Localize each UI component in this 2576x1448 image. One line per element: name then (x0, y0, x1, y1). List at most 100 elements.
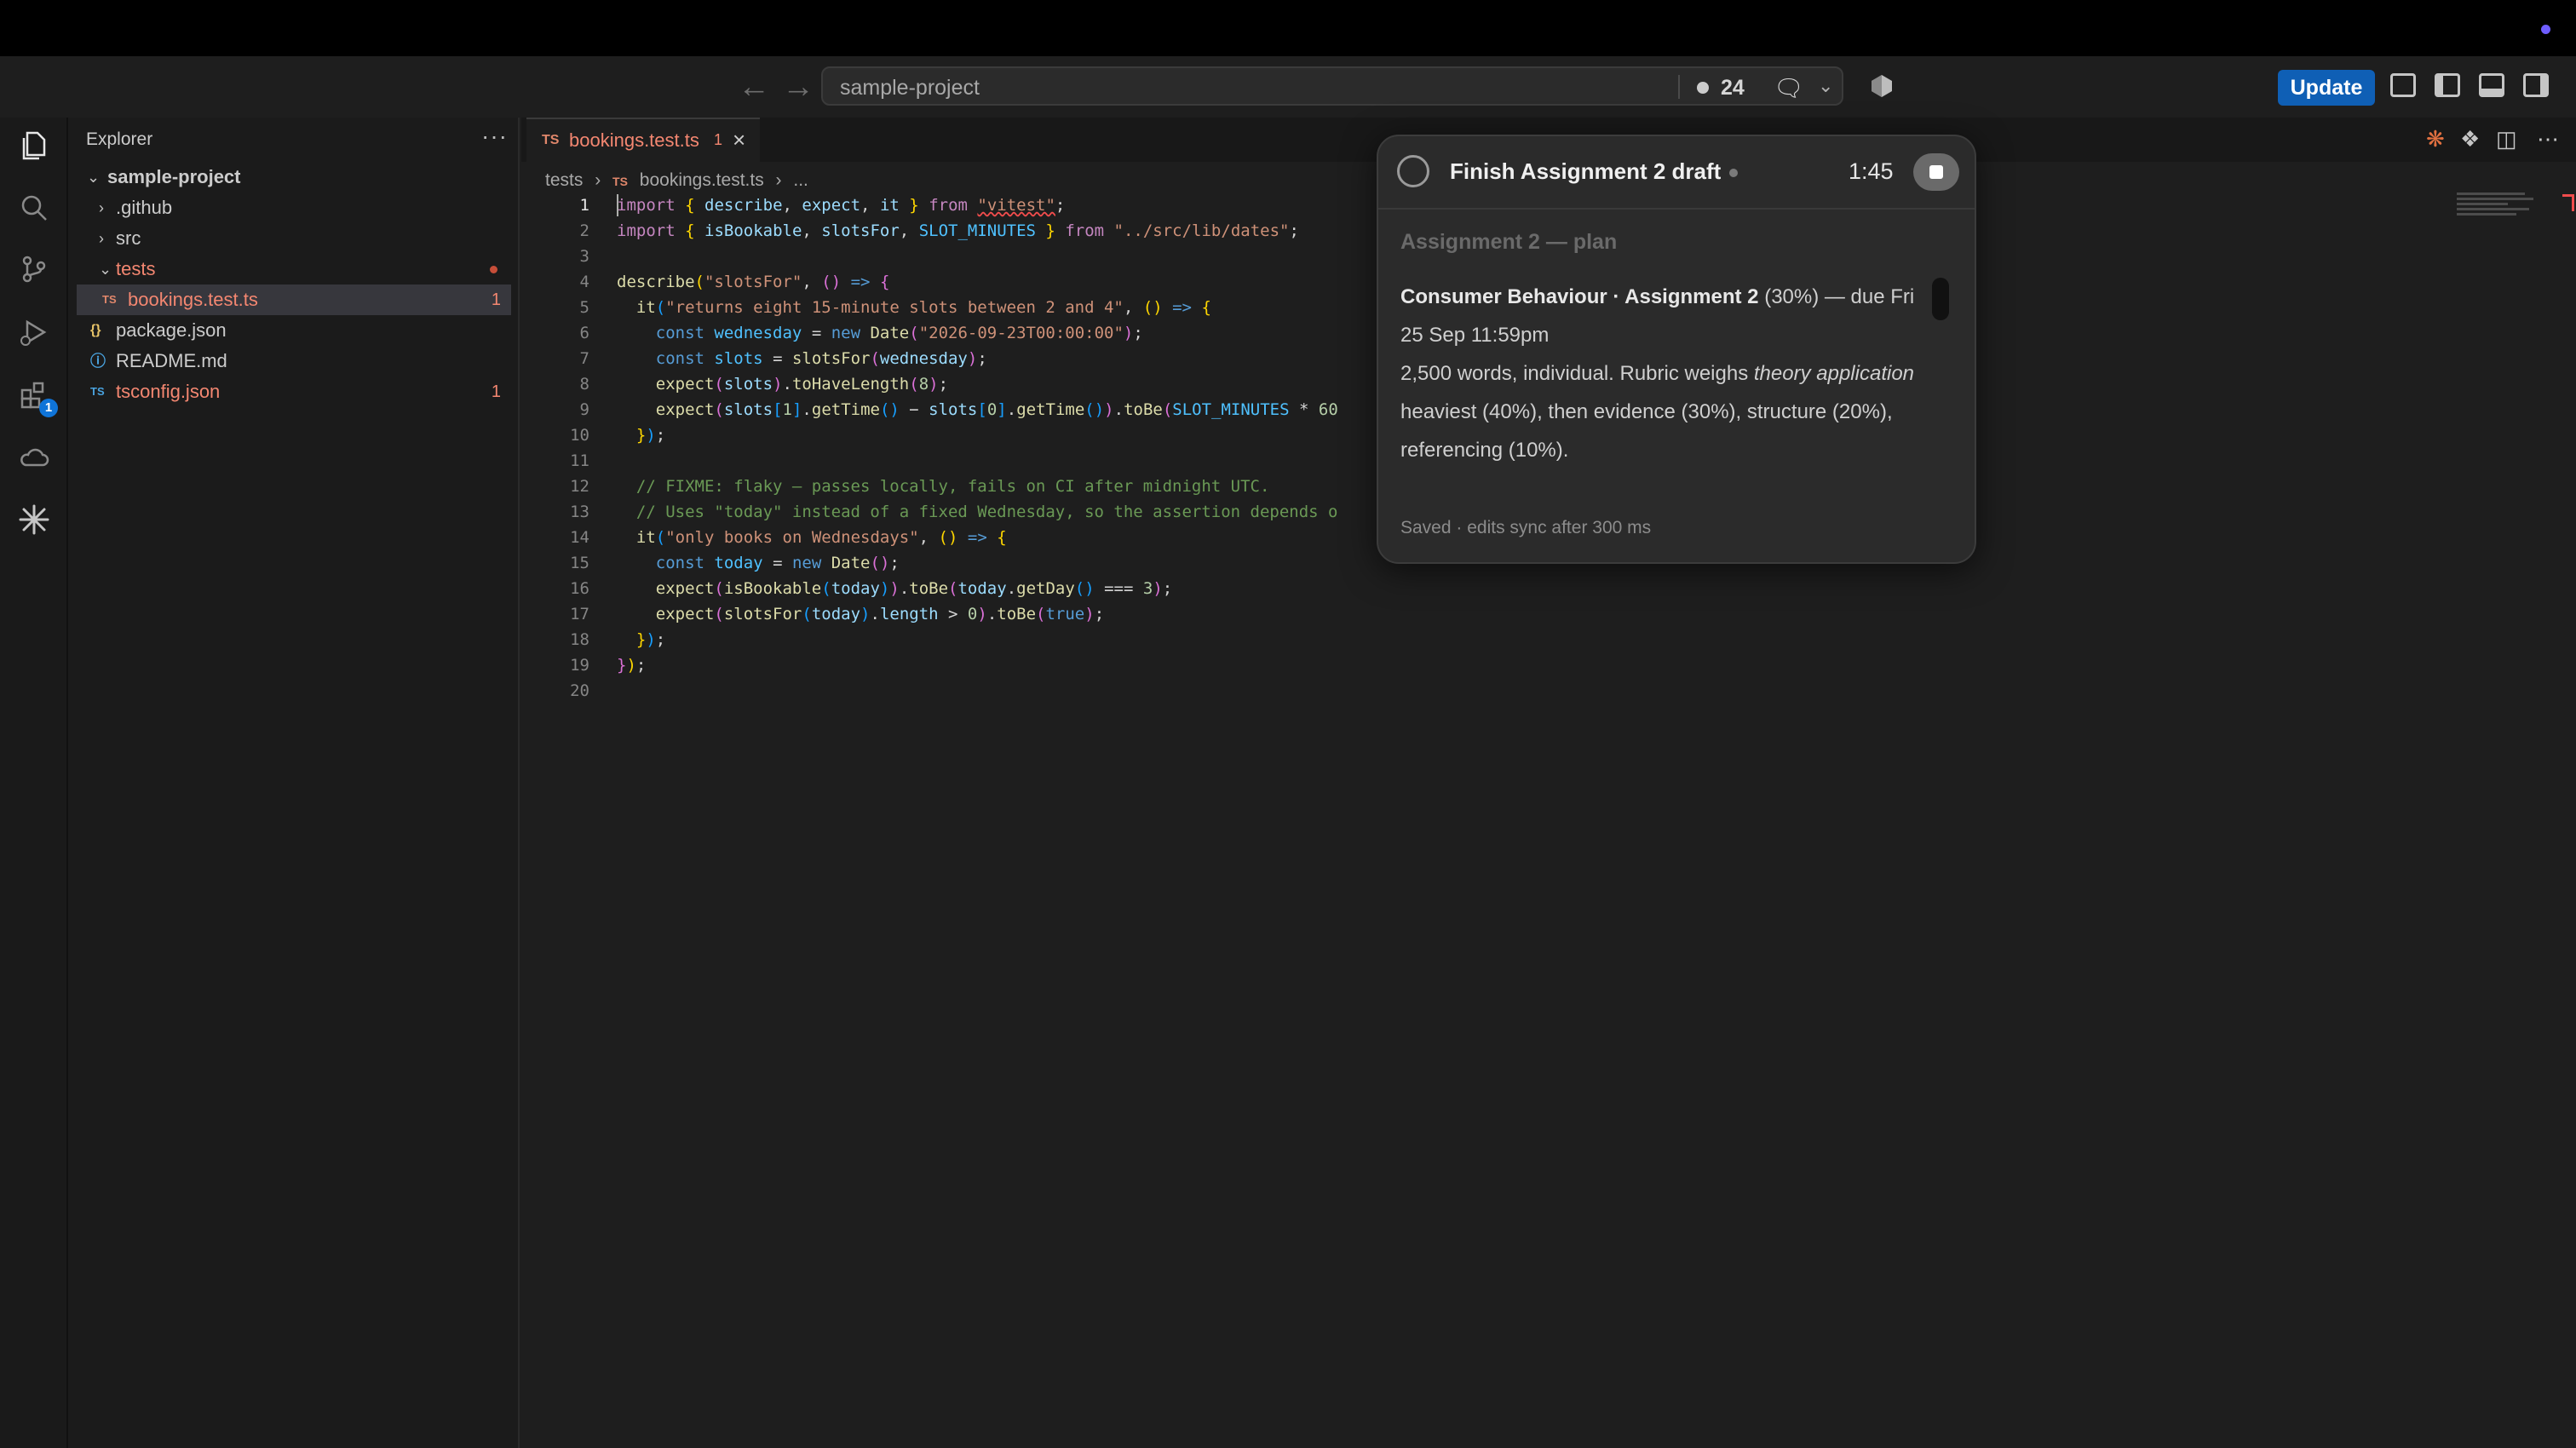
typescript-file-icon: TS (102, 293, 117, 306)
complete-task-checkbox[interactable] (1397, 155, 1429, 187)
line-number: 4 (579, 273, 589, 291)
notes-rubric-line: 2,500 words, individual. Rubric weighs t… (1400, 354, 1920, 469)
line-number: 17 (570, 605, 589, 623)
problem-count: 1 (491, 382, 501, 401)
chevron-right-icon: › (775, 170, 782, 190)
info-icon: ⓘ (90, 353, 106, 370)
notes-body[interactable]: Consumer Behaviour · Assignment 2 (30%) … (1400, 278, 1920, 469)
copilot-icon[interactable] (1869, 73, 1895, 99)
tab-label: bookings.test.ts (569, 129, 699, 151)
timer-task-title: Finish Assignment 2 draft (1450, 158, 1722, 184)
divider (1678, 75, 1680, 99)
openai-icon[interactable]: ❖ (2460, 126, 2480, 152)
explorer-title: Explorer (86, 129, 153, 149)
line-number: 15 (570, 554, 589, 572)
json-file-icon: {} (90, 323, 101, 337)
more-actions-icon[interactable]: ⋯ (2537, 126, 2559, 152)
split-editor-icon[interactable]: ◫ (2496, 126, 2517, 152)
course-name: Consumer Behaviour · Assignment 2 (1400, 285, 1759, 308)
tree-item-label: tests (116, 258, 156, 279)
cloud-icon[interactable] (17, 441, 51, 475)
rubric-end: heaviest (40%), then evidence (30%), str… (1400, 400, 1893, 462)
tree-item-src[interactable]: › src (77, 223, 511, 254)
root-folder-label: sample-project (107, 166, 241, 187)
sync-status: Saved · edits sync after 300 ms (1400, 518, 1652, 537)
modified-dot-icon (490, 266, 497, 273)
tree-item-label: .github (116, 197, 173, 218)
line-number: 5 (579, 298, 589, 317)
line-number: 12 (570, 477, 589, 496)
tree-item-label: package.json (116, 319, 227, 341)
back-arrow-icon[interactable]: ← (738, 70, 770, 104)
tree-item-github[interactable]: › .github (77, 192, 511, 223)
code-line: 20 (521, 678, 1884, 704)
tree-item-label: src (116, 227, 141, 249)
breadcrumb-file[interactable]: bookings.test.ts (640, 170, 764, 190)
status-dot (1729, 169, 1738, 177)
rubric-emphasis: theory application (1753, 362, 1915, 385)
forward-arrow-icon[interactable]: → (782, 70, 814, 104)
minimap[interactable] (2457, 192, 2542, 227)
line-number: 19 (570, 656, 589, 675)
stop-button[interactable] (1913, 153, 1959, 191)
claude-spark-icon[interactable] (17, 503, 51, 537)
divider (1378, 208, 1975, 210)
chat-icon[interactable]: 🗨 (1774, 74, 1804, 102)
run-debug-icon[interactable] (17, 315, 51, 349)
project-name: sample-project (840, 76, 980, 100)
timer-remaining: 1:45 (1849, 158, 1894, 184)
notes-course-line: Consumer Behaviour · Assignment 2 (30%) … (1400, 278, 1920, 354)
update-button[interactable]: Update (2278, 70, 2375, 106)
customize-layout-icon[interactable] (2390, 73, 2416, 97)
notes-heading[interactable]: Assignment 2 — plan (1400, 230, 1617, 255)
explorer-icon[interactable] (17, 128, 51, 162)
chevron-right-icon: › (99, 199, 104, 216)
session-count: 24 (1721, 76, 1745, 100)
tab-problem-count: 1 (714, 131, 723, 148)
tsconfig-file-icon: TS (90, 385, 105, 398)
command-center[interactable]: sample-project 24 🗨 ⌄ (821, 66, 1843, 106)
line-number: 11 (570, 451, 589, 470)
problem-count: 1 (491, 290, 501, 309)
more-actions-icon[interactable]: ··· (481, 123, 508, 150)
code-line: 16 expect(isBookable(today)).toBe(today.… (521, 576, 1884, 601)
chevron-down-icon: ⌄ (99, 261, 112, 278)
code-line: 17 expect(slotsFor(today).length > 0).to… (521, 601, 1884, 627)
line-number: 3 (579, 247, 589, 266)
tree-item-readme[interactable]: ⓘ README.md (77, 346, 511, 376)
toggle-secondary-sidebar-icon[interactable] (2523, 73, 2549, 97)
tree-item-bookings-test[interactable]: TS bookings.test.ts 1 (77, 284, 511, 315)
line-number: 16 (570, 579, 589, 598)
line-number: 13 (570, 503, 589, 521)
notes-scrollbar[interactable] (1932, 278, 1949, 320)
system-menubar (0, 0, 2576, 56)
code-line: 18 }); (521, 627, 1884, 652)
tab-bookings-test[interactable]: TS bookings.test.ts 1 × (526, 118, 760, 162)
source-control-icon[interactable] (17, 252, 51, 286)
search-icon[interactable] (17, 191, 51, 225)
toggle-panel-icon[interactable] (2479, 73, 2504, 97)
title-bar: ← → sample-project 24 🗨 ⌄ Update (0, 56, 2576, 118)
toggle-primary-sidebar-icon[interactable] (2435, 73, 2460, 97)
chevron-down-icon: ⌄ (87, 169, 101, 186)
extensions-badge: 1 (39, 399, 58, 417)
chevron-down-icon[interactable]: ⌄ (1818, 75, 1833, 97)
tree-item-package-json[interactable]: {} package.json (77, 315, 511, 346)
typescript-file-icon: TS (542, 133, 560, 147)
line-number: 7 (579, 349, 589, 368)
close-icon[interactable]: × (733, 127, 745, 153)
text-cursor (617, 194, 618, 216)
breadcrumb-symbol[interactable]: ... (793, 170, 808, 190)
record-dot-icon (1697, 82, 1709, 94)
line-number: 9 (579, 400, 589, 419)
tree-item-tsconfig[interactable]: TS tsconfig.json 1 (77, 376, 511, 407)
extensions-icon[interactable]: 1 (17, 378, 58, 417)
tree-root-folder[interactable]: ⌄ sample-project (77, 162, 511, 192)
tree-item-tests[interactable]: ⌄ tests (77, 254, 511, 284)
breadcrumb-folder[interactable]: tests (545, 170, 583, 190)
claude-spark-icon[interactable]: ❋ (2426, 126, 2445, 152)
rubric-start: 2,500 words, individual. Rubric weighs (1400, 362, 1754, 385)
line-number: 6 (579, 324, 589, 342)
code-line: 19}); (521, 652, 1884, 678)
tree-item-label: tsconfig.json (116, 381, 221, 402)
